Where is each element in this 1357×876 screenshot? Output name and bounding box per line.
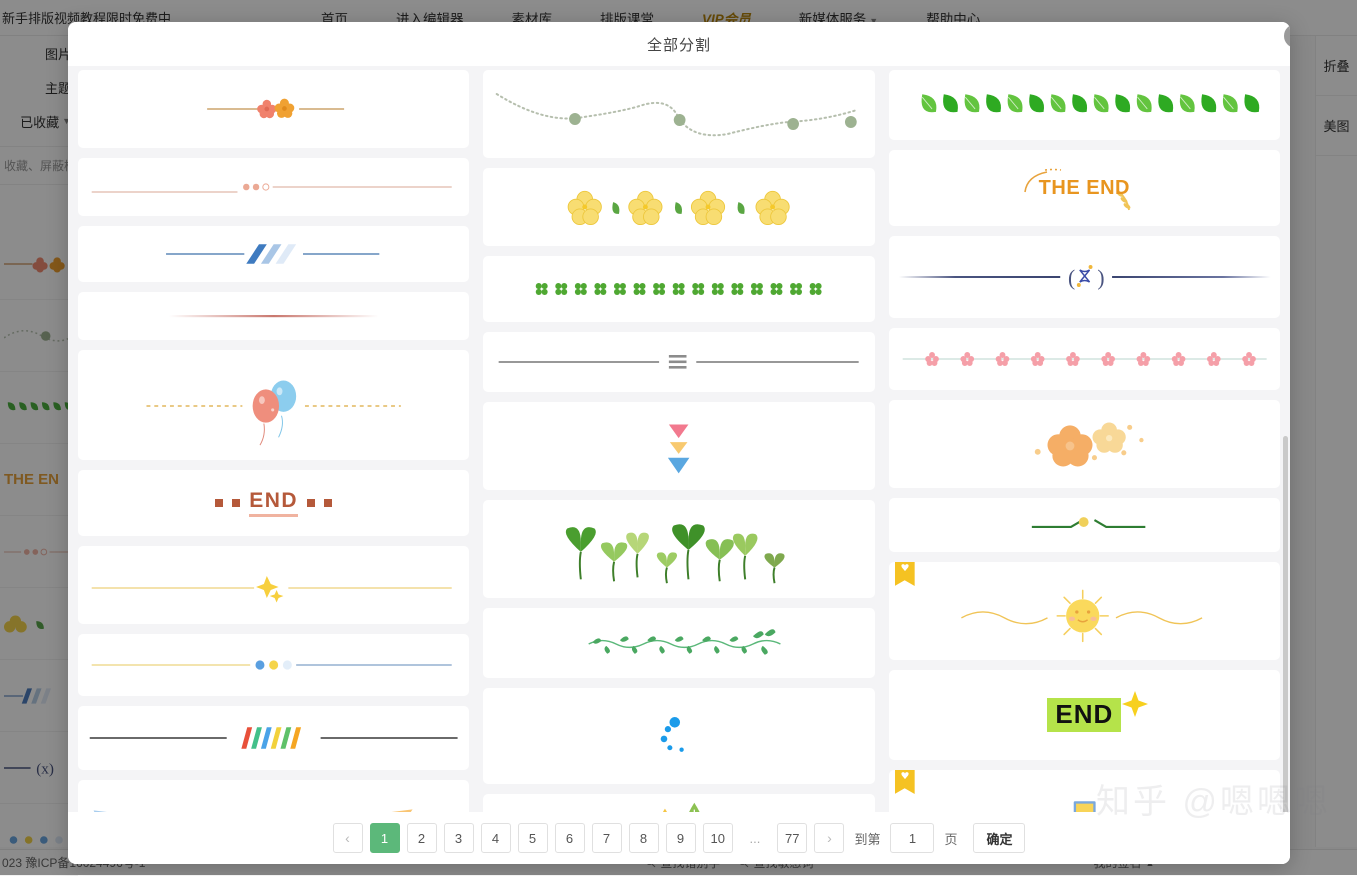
square-bullet-icon xyxy=(232,499,240,507)
chevrons-art xyxy=(483,402,874,490)
yellow-blossoms-art xyxy=(483,168,874,246)
page-button-last[interactable]: 77 xyxy=(777,823,807,853)
divider-balloons[interactable] xyxy=(78,350,469,460)
end-label: END xyxy=(249,489,298,517)
divider-clover-row[interactable] xyxy=(483,256,874,322)
grid-column-3: THE END ( ) xyxy=(889,70,1280,812)
divider-triple-chevrons[interactable] xyxy=(483,402,874,490)
the-end-art: THE END xyxy=(889,150,1280,226)
jump-to-label: 到第 xyxy=(854,829,880,848)
page-button-6[interactable]: 6 xyxy=(555,823,585,853)
page-button-7[interactable]: 7 xyxy=(592,823,622,853)
divider-down-arrow[interactable] xyxy=(889,770,1280,812)
blue-slashes-art xyxy=(78,226,469,282)
sprouts-art xyxy=(483,500,874,598)
square-bullet-icon xyxy=(307,499,315,507)
divider-the-end-wheat[interactable]: THE END xyxy=(889,150,1280,226)
divider-green-dot-line[interactable] xyxy=(889,498,1280,552)
page-button-3[interactable]: 3 xyxy=(444,823,474,853)
page-button-9[interactable]: 9 xyxy=(666,823,696,853)
page-button-5[interactable]: 5 xyxy=(518,823,548,853)
modal-header: 全部分割 ✕ xyxy=(68,22,1290,66)
page-button-8[interactable]: 8 xyxy=(629,823,659,853)
page-button-10[interactable]: 10 xyxy=(703,823,733,853)
green-dot-line-art xyxy=(889,498,1280,552)
divider-grid: END xyxy=(78,70,1280,812)
sun-wave-art xyxy=(889,562,1280,660)
divider-dots-offset-line[interactable] xyxy=(78,158,469,216)
confirm-button[interactable]: 确定 xyxy=(973,823,1025,853)
red-gradient-art xyxy=(78,292,469,340)
orange-burst-art xyxy=(889,400,1280,488)
divider-grid-container[interactable]: END xyxy=(68,66,1290,812)
divider-colored-dots-line[interactable] xyxy=(78,634,469,696)
grid-column-2 xyxy=(483,70,874,812)
divider-blue-slashes[interactable] xyxy=(78,226,469,282)
grid-scrollbar-thumb[interactable] xyxy=(1283,436,1288,812)
grid-column-1: END xyxy=(78,70,469,812)
divider-hamburger-line[interactable] xyxy=(483,332,874,392)
svg-text:(: ( xyxy=(1068,266,1075,290)
pink-flower-line-art xyxy=(889,328,1280,390)
bunting-art xyxy=(78,780,469,812)
vine-art xyxy=(483,608,874,678)
svg-text:): ) xyxy=(1097,266,1104,290)
divider-butterfly-parens[interactable]: ( ) xyxy=(889,236,1280,318)
divider-end-highlight[interactable]: END xyxy=(889,670,1280,760)
leaf-row-art xyxy=(889,70,1280,140)
colored-dots-art xyxy=(78,634,469,696)
sparkle-line-art xyxy=(78,546,469,624)
end-highlight-art: END xyxy=(889,670,1280,760)
divider-blue-dots-cluster[interactable] xyxy=(483,688,874,784)
rainbow-stripes-art xyxy=(78,706,469,770)
down-arrow-art xyxy=(889,770,1280,812)
page-button-1[interactable]: 1 xyxy=(370,823,400,853)
page-button-4[interactable]: 4 xyxy=(481,823,511,853)
divider-two-leaves[interactable] xyxy=(483,794,874,812)
modal-title: 全部分割 xyxy=(647,34,711,55)
divider-sprouts[interactable] xyxy=(483,500,874,598)
divider-orange-blossom-burst[interactable] xyxy=(889,400,1280,488)
divider-dotted-wave-dots[interactable] xyxy=(483,70,874,158)
clovers-art xyxy=(483,256,874,322)
square-bullet-icon xyxy=(324,499,332,507)
two-leaves-art xyxy=(483,794,874,812)
square-bullet-icon xyxy=(215,499,223,507)
divider-bunting-flags[interactable] xyxy=(78,780,469,812)
butterfly-art: ( ) xyxy=(889,236,1280,318)
chevron-left-icon[interactable]: ‹ xyxy=(333,823,363,853)
end-highlight-label: END xyxy=(1047,698,1121,732)
flowers-line-art xyxy=(78,70,469,148)
pagination-bar: ‹ 1 2 3 4 5 6 7 8 9 10 ... 77 › 到第 页 确定 xyxy=(68,812,1290,864)
divider-end-text[interactable]: END xyxy=(78,470,469,536)
divider-flowers-line[interactable] xyxy=(78,70,469,148)
close-icon[interactable]: ✕ xyxy=(1282,22,1290,50)
chevron-right-icon[interactable]: › xyxy=(814,823,844,853)
dots-offset-art xyxy=(78,158,469,216)
divider-sparkle-line[interactable] xyxy=(78,546,469,624)
pagination-ellipsis: ... xyxy=(740,823,770,853)
end-brown-art: END xyxy=(215,489,332,517)
divider-yellow-blossoms[interactable] xyxy=(483,168,874,246)
balloons-art xyxy=(78,350,469,460)
the-end-label: THE END xyxy=(1039,177,1130,200)
blue-dots-art xyxy=(483,688,874,784)
divider-green-leaf-row[interactable] xyxy=(889,70,1280,140)
sparkle-icon xyxy=(1120,689,1150,719)
page-button-2[interactable]: 2 xyxy=(407,823,437,853)
divider-rainbow-stripes[interactable] xyxy=(78,706,469,770)
all-dividers-modal: 全部分割 ✕ xyxy=(68,22,1290,864)
jump-page-suffix: 页 xyxy=(944,829,957,848)
divider-vine-line[interactable] xyxy=(483,608,874,678)
page-jump-input[interactable] xyxy=(890,823,934,853)
divider-sun-wave[interactable] xyxy=(889,562,1280,660)
divider-pink-flower-line[interactable] xyxy=(889,328,1280,390)
hamburger-line-art xyxy=(483,332,874,392)
divider-red-gradient-line[interactable] xyxy=(78,292,469,340)
dotted-wave-art xyxy=(483,70,874,158)
